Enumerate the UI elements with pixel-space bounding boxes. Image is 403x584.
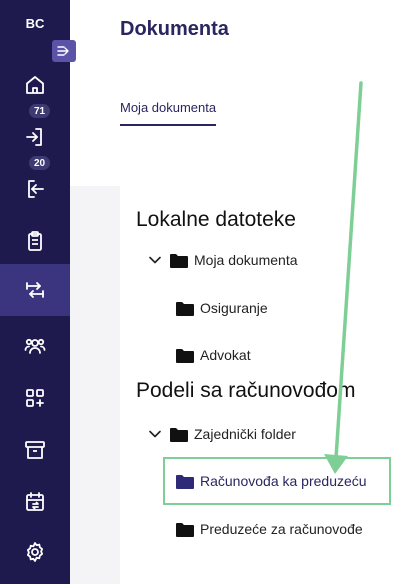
collapse-sidebar-button[interactable] [52, 40, 76, 62]
main-content: Dokumenta Moja dokumenta Lokalne datotek… [70, 0, 403, 584]
tree-item-racunovodja-ka-preduzecu[interactable]: Računovođa ka preduzeću [176, 470, 367, 492]
sidebar-item-documents[interactable] [0, 264, 70, 316]
tree-item-label: Moja dokumenta [194, 252, 298, 268]
tree-item-preduzece-za-racunovodje[interactable]: Preduzeće za računovođe [176, 518, 363, 540]
chevron-down-icon[interactable] [146, 251, 164, 269]
tree-item-label: Računovođa ka preduzeću [200, 473, 367, 489]
calendar-sync-icon [26, 492, 44, 511]
sidebar-item-calendar[interactable] [0, 476, 70, 528]
sidebar-item-tasks[interactable] [0, 215, 70, 267]
collapse-arrow-icon [57, 46, 69, 56]
chevron-down-icon[interactable] [146, 425, 164, 443]
archive-icon [25, 441, 45, 459]
folder-icon [176, 301, 194, 316]
tree-item-moja-dokumenta[interactable]: Moja dokumenta [146, 249, 298, 271]
local-files-heading: Lokalne datoteke [136, 208, 296, 231]
gear-icon [27, 542, 43, 562]
clipboard-icon [28, 231, 42, 251]
page-header: Dokumenta [70, 0, 403, 66]
sidebar: BC 71 20 [0, 0, 70, 584]
inbox-count-badge: 71 [28, 103, 52, 119]
tree-item-label: Osiguranje [200, 300, 268, 316]
exchange-icon [26, 282, 44, 298]
folder-icon [176, 474, 194, 489]
tab-moja-dokumenta[interactable]: Moja dokumenta [120, 100, 217, 126]
tree-item-osiguranje[interactable]: Osiguranje [176, 297, 268, 319]
sidebar-item-apps[interactable] [0, 372, 70, 424]
app-window: BC 71 20 Dokumenta Moja dokumenta Lokaln… [0, 0, 403, 584]
home-icon [26, 76, 44, 94]
grid-plus-icon [26, 389, 44, 407]
outbox-count-badge: 20 [28, 155, 52, 171]
folder-icon [170, 253, 188, 268]
sidebar-item-contacts[interactable] [0, 320, 70, 372]
tree-item-label: Zajednički folder [194, 426, 296, 442]
sidebar-item-settings[interactable] [0, 526, 70, 578]
folder-icon [176, 522, 194, 537]
page-title: Dokumenta [120, 18, 229, 40]
folder-icon [176, 348, 194, 363]
folder-tree-panel: Lokalne datoteke Moja dokumenta Osiguran… [120, 186, 403, 584]
tab-bar: Moja dokumenta [70, 66, 403, 186]
users-icon [24, 338, 46, 354]
tree-item-zajednicki-folder[interactable]: Zajednički folder [146, 423, 296, 445]
folder-icon [170, 427, 188, 442]
logout-arrow-icon [28, 180, 44, 198]
tree-item-label: Preduzeće za računovođe [200, 521, 363, 537]
login-arrow-icon [26, 128, 42, 146]
sidebar-item-outbox[interactable]: 20 [0, 155, 70, 215]
tree-item-label: Advokat [200, 347, 251, 363]
sidebar-item-archive[interactable] [0, 424, 70, 476]
share-accountant-heading: Podeli sa računovođom [136, 379, 356, 402]
tree-item-advokat[interactable]: Advokat [176, 344, 251, 366]
